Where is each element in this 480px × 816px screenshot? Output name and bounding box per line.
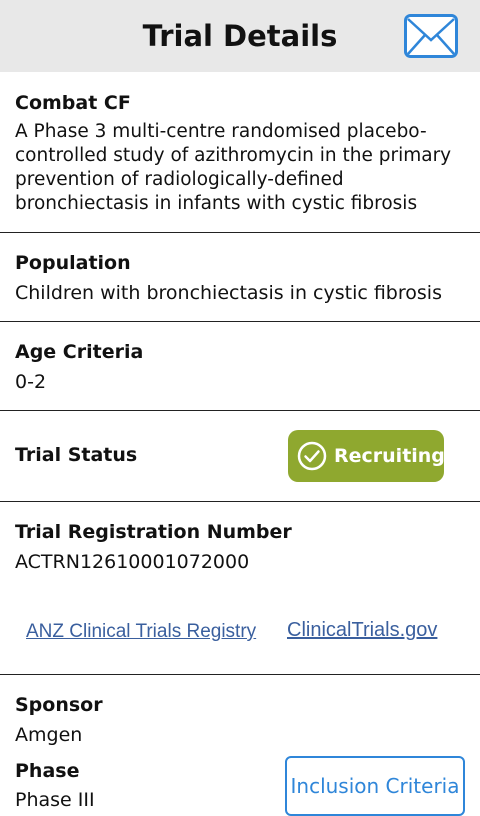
envelope-icon: [404, 14, 458, 58]
phase-label: Phase: [15, 760, 80, 782]
population-value: Children with bronchiectasis in cystic f…: [15, 282, 442, 304]
population-section: Population Children with bronchiectasis …: [0, 233, 480, 322]
inclusion-criteria-label: Inclusion Criteria: [290, 774, 460, 798]
email-button[interactable]: [404, 14, 458, 58]
sponsor-value: Amgen: [15, 724, 83, 746]
trial-summary-section: Combat CF A Phase 3 multi-centre randomi…: [0, 72, 480, 233]
header-bar: Trial Details: [0, 0, 480, 72]
inclusion-criteria-button[interactable]: Inclusion Criteria: [285, 756, 465, 816]
age-criteria-section: Age Criteria 0-2: [0, 322, 480, 411]
trial-description: A Phase 3 multi-centre randomised placeb…: [15, 121, 452, 214]
check-circle-icon: [297, 441, 327, 471]
registration-number: ACTRN12610001072000: [15, 551, 250, 573]
clinicaltrials-gov-link[interactable]: ClinicalTrials.gov: [287, 619, 437, 642]
registration-label: Trial Registration Number: [15, 521, 292, 543]
status-text: Recruiting: [334, 445, 445, 467]
trial-status-label: Trial Status: [15, 444, 138, 466]
phase-value: Phase III: [15, 789, 95, 811]
trial-status-section: Trial Status Recruiting: [0, 411, 480, 502]
population-label: Population: [15, 252, 131, 274]
sponsor-phase-section: Sponsor Amgen Phase Phase III Inclusion …: [0, 675, 480, 816]
age-criteria-value: 0-2: [15, 371, 47, 393]
status-badge: Recruiting: [288, 430, 445, 482]
anz-registry-link[interactable]: ANZ Clinical Trials Registry: [26, 621, 256, 643]
sponsor-label: Sponsor: [15, 694, 103, 716]
age-criteria-label: Age Criteria: [15, 341, 144, 363]
trial-name: Combat CF: [15, 92, 131, 114]
registration-section: Trial Registration Number ACTRN126100010…: [0, 502, 480, 675]
